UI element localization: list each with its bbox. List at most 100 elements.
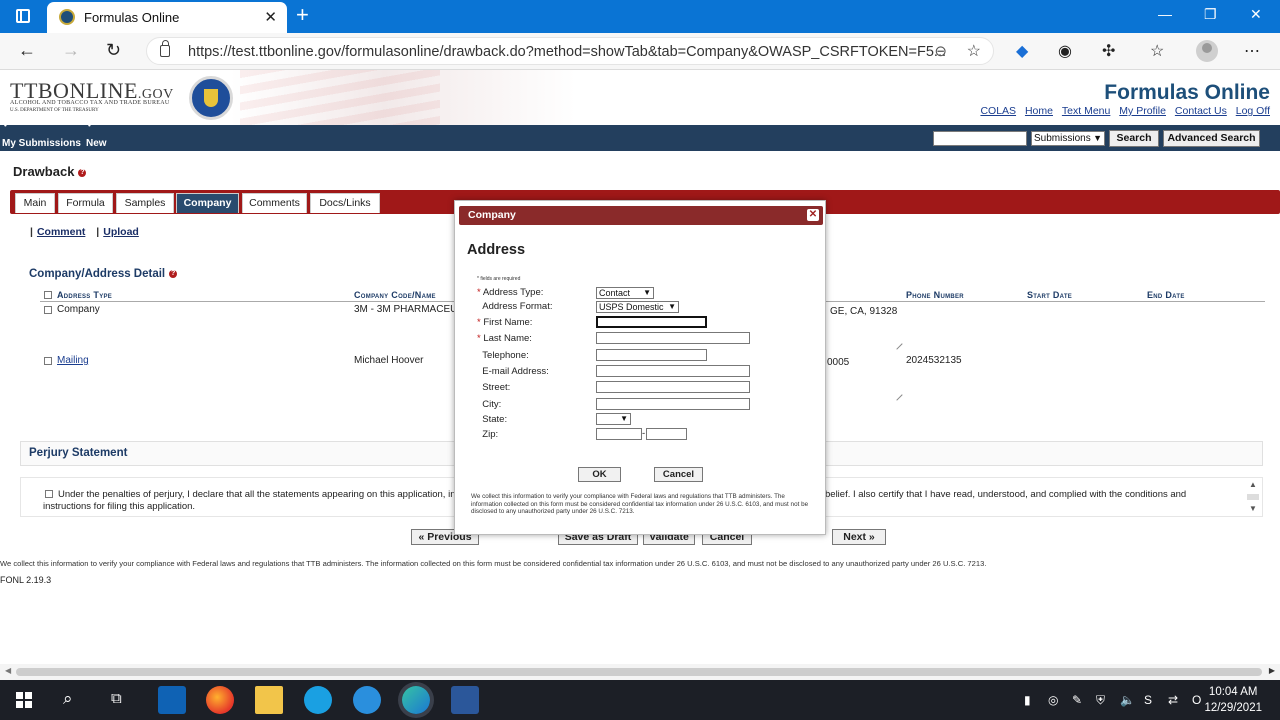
resize-handle-icon[interactable] [891,389,903,401]
back-icon[interactable]: ← [18,40,36,61]
link-home[interactable]: Home [1025,105,1053,117]
scroll-up-icon[interactable]: ▲ [1249,480,1257,489]
restore-icon[interactable]: ❐ [1204,6,1217,23]
telephone-label: Telephone: [482,350,529,361]
next-button[interactable]: Next » [832,529,886,545]
tab-actions-icon[interactable] [16,9,30,23]
email-input[interactable] [596,365,750,377]
search-icon[interactable]: ⌕ [63,689,73,709]
search-button[interactable]: Search [1109,130,1159,147]
battery-tray-icon[interactable]: ▮ [1024,693,1031,707]
minimize-icon[interactable]: — [1158,6,1172,22]
window-close-icon[interactable]: ✕ [1250,6,1262,23]
col-company-code[interactable]: Company Code/Name [354,290,436,300]
search-type-select[interactable]: Submissions ▼ [1031,131,1105,146]
volume-icon[interactable]: 🔈 [1120,693,1135,707]
url-field[interactable]: https://test.ttbonline.gov/formulasonlin… [146,37,994,65]
tab-docs-links[interactable]: Docs/Links [310,193,380,213]
street-input[interactable] [596,381,750,393]
col-start-date[interactable]: Start Date [1027,290,1072,300]
link-text-menu[interactable]: Text Menu [1062,105,1110,117]
outlook-icon[interactable] [158,686,186,714]
row-checkbox[interactable] [44,357,52,365]
treasury-seal-icon [189,76,233,120]
firefox-icon[interactable] [206,686,234,714]
browser-tab[interactable]: Formulas Online ✕ [47,2,287,33]
extension-mask-icon[interactable]: ◉ [1058,41,1072,61]
ok-button[interactable]: OK [578,467,621,482]
nav-new[interactable]: New [86,121,107,149]
address-format-select[interactable]: USPS Domestic ▼ [596,301,679,313]
lock-icon[interactable] [160,40,170,57]
resize-handle-icon[interactable] [891,338,903,350]
help-icon[interactable]: ? [169,269,178,278]
tab-company[interactable]: Company [176,193,239,213]
clock-date: 12/29/2021 [1204,702,1262,714]
link-my-profile[interactable]: My Profile [1119,105,1166,117]
system-clock[interactable]: 10:04 AM 12/29/2021 [1204,684,1262,716]
skype-icon[interactable] [304,686,332,714]
comment-link[interactable]: Comment [37,226,85,238]
link-log-off[interactable]: Log Off [1236,105,1270,117]
favorites-icon[interactable]: ☆ [1150,41,1164,61]
horizontal-scroll-thumb[interactable] [16,668,1262,676]
col-end-date[interactable]: End Date [1147,290,1185,300]
scroll-thumb[interactable] [1247,494,1259,500]
select-all-checkbox[interactable] [44,291,52,299]
refresh-icon[interactable]: ↻ [106,40,121,61]
edge-icon[interactable] [402,686,430,714]
dialog-titlebar[interactable]: Company ✕ [459,206,823,225]
dialog-close-icon[interactable]: ✕ [807,209,819,221]
more-menu-icon[interactable]: ⋯ [1244,41,1260,61]
profile-avatar[interactable] [1196,40,1218,62]
row-checkbox[interactable] [44,306,52,314]
zip-input[interactable] [596,428,642,440]
zoom-icon[interactable]: ⊖ [934,42,947,60]
extensions-puzzle-icon[interactable]: ✣ [1102,41,1115,61]
skype-tray-icon[interactable]: S [1144,693,1152,707]
row-address-type-link[interactable]: Mailing [57,355,89,366]
network-tray-icon[interactable]: ◎ [1048,693,1058,707]
perjury-scrollbar[interactable]: ▲ ▼ [1245,480,1261,514]
advanced-search-button[interactable]: Advanced Search [1163,130,1260,147]
new-tab-icon[interactable]: + [296,4,309,26]
add-favorite-icon[interactable]: ☆ [967,41,981,61]
nav-my-submissions[interactable]: My Submissions [2,121,81,149]
security-tray-icon[interactable]: ⛨ [1096,693,1105,708]
tab-formula[interactable]: Formula [58,193,113,213]
col-phone-number[interactable]: Phone Number [906,290,964,300]
col-address-type[interactable]: Address Type [57,290,112,300]
outlook-tray-icon[interactable]: O [1192,693,1201,707]
link-colas[interactable]: COLAS [980,105,1016,117]
link-contact-us[interactable]: Contact Us [1175,105,1227,117]
tab-main[interactable]: Main [15,193,55,213]
tab-close-icon[interactable]: ✕ [264,8,277,26]
word-icon[interactable] [451,686,479,714]
internet-explorer-icon[interactable] [353,686,381,714]
search-input[interactable] [933,131,1027,146]
extension-drop-icon[interactable]: ◆ [1016,41,1028,61]
sync-tray-icon[interactable]: ⇄ [1168,693,1178,707]
horizontal-scrollbar[interactable]: ◀ ▶ [0,664,1280,680]
address-type-select[interactable]: Contact ▼ [596,287,654,299]
tab-samples[interactable]: Samples [116,193,174,213]
task-view-icon[interactable]: ⧉ [111,690,122,707]
cancel-button[interactable]: Cancel [654,467,703,482]
first-name-input[interactable] [596,316,707,328]
dialog-heading: Address [467,242,526,258]
telephone-input[interactable] [596,349,707,361]
pen-tray-icon[interactable]: ✎ [1072,693,1082,707]
last-name-input[interactable] [596,332,750,344]
state-select[interactable]: ▼ [596,413,631,425]
zip-ext-input[interactable] [646,428,687,440]
city-input[interactable] [596,398,750,410]
tab-comments[interactable]: Comments [242,193,307,213]
scroll-left-icon[interactable]: ◀ [5,666,11,675]
scroll-right-icon[interactable]: ▶ [1269,666,1275,675]
help-icon[interactable]: ? [78,168,87,177]
forward-icon[interactable]: → [62,40,80,61]
windows-start-icon[interactable] [16,692,32,708]
upload-link[interactable]: Upload [103,226,139,238]
file-explorer-icon[interactable] [255,686,283,714]
scroll-down-icon[interactable]: ▼ [1249,504,1257,513]
